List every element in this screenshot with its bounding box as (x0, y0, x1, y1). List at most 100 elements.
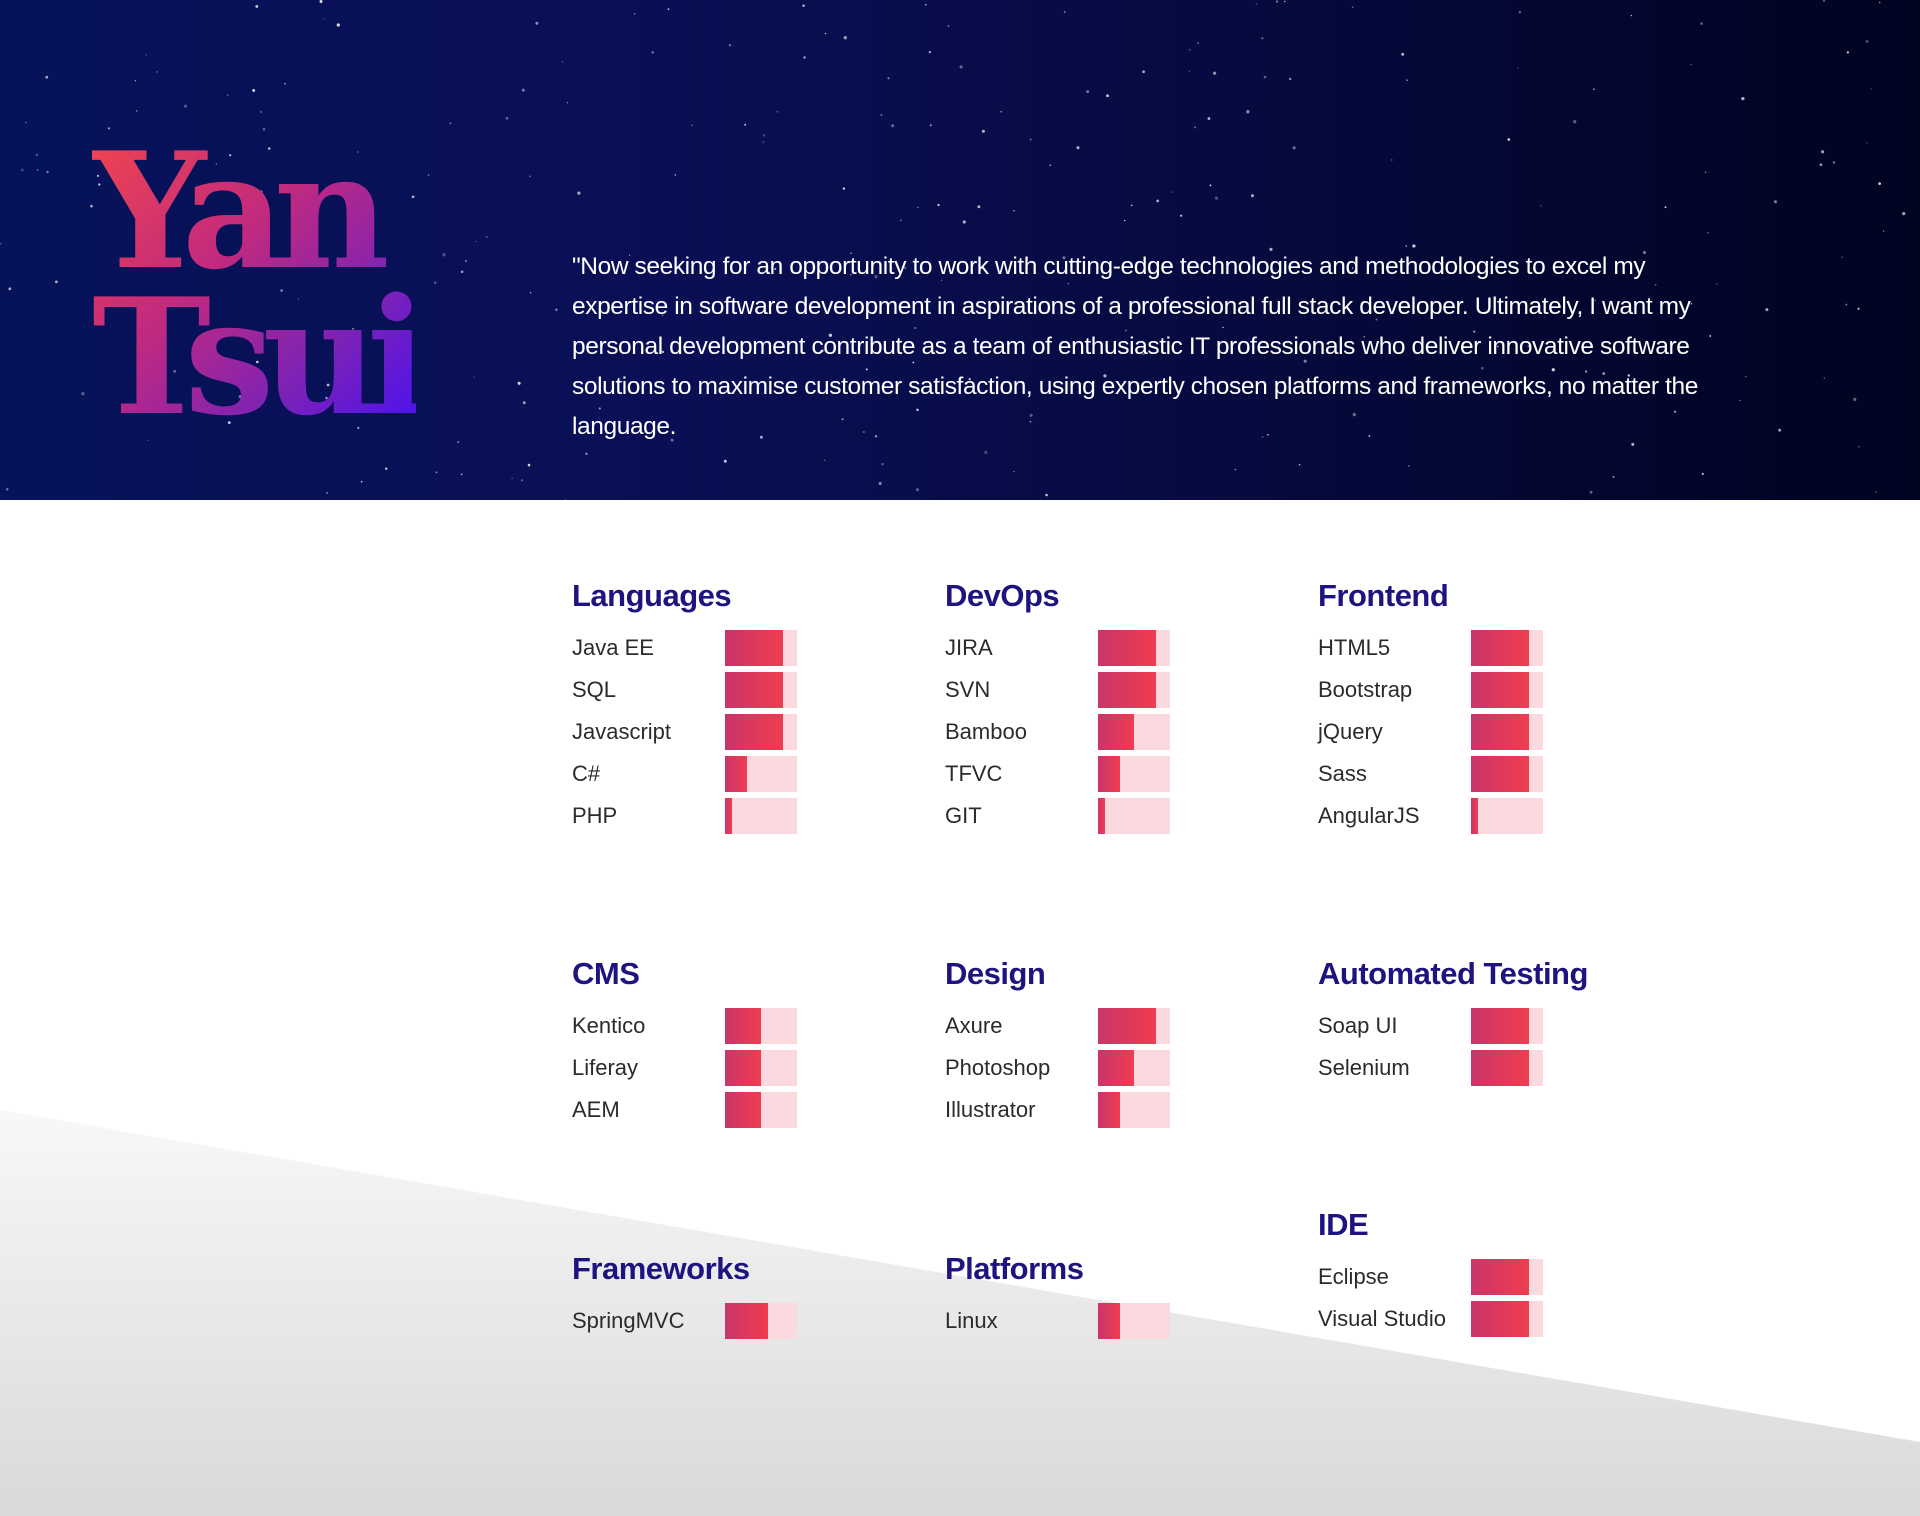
skill-row: HTML5 (1318, 630, 1618, 666)
skill-group-title: IDE (1318, 1207, 1369, 1242)
skill-level-fill (1471, 1301, 1529, 1337)
skill-label: HTML5 (1318, 635, 1391, 660)
skill-level-fill (1098, 630, 1156, 666)
skills-section: Languages Java EE SQL Javascript C# PHP DevOp… (0, 500, 1920, 1516)
skill-row: Java EE (572, 630, 872, 666)
skill-level-fill (1471, 672, 1529, 708)
skill-level-bar (1098, 1050, 1170, 1086)
skill-level-bar (1471, 1050, 1543, 1086)
skill-level-bar (1098, 672, 1170, 708)
skill-row: C# (572, 756, 872, 792)
skill-row: JIRA (945, 630, 1245, 666)
skill-label: SpringMVC (572, 1308, 685, 1333)
skill-level-bar (1471, 756, 1543, 792)
skill-row: TFVC (945, 756, 1245, 792)
skill-row: jQuery (1318, 714, 1618, 750)
skill-level-fill (725, 756, 747, 792)
skill-row: Kentico (572, 1008, 872, 1044)
skill-row: Javascript (572, 714, 872, 750)
skill-label: Illustrator (945, 1097, 1036, 1122)
skill-label: Kentico (572, 1013, 646, 1038)
skill-group-devops: DevOps JIRA SVN Bamboo TFVC GIT (945, 576, 1245, 840)
skill-level-fill (1471, 714, 1529, 750)
skill-group-title: Frameworks (572, 1251, 750, 1286)
skill-level-fill (725, 714, 783, 750)
skill-level-bar (1471, 1301, 1543, 1337)
skill-level-bar (1471, 1259, 1543, 1295)
skill-level-bar (1098, 1303, 1170, 1339)
skill-label: AngularJS (1318, 803, 1420, 828)
skill-level-fill (1098, 1303, 1120, 1339)
skill-level-bar (725, 1092, 797, 1128)
skill-label: Photoshop (945, 1055, 1051, 1080)
skill-row: Bamboo (945, 714, 1245, 750)
skill-group-title: Frontend (1318, 578, 1449, 613)
skill-group-title: Platforms (945, 1251, 1084, 1286)
skill-level-bar (725, 672, 797, 708)
skill-level-bar (1471, 630, 1543, 666)
skill-level-bar (725, 630, 797, 666)
skill-row: Photoshop (945, 1050, 1245, 1086)
skill-label: SVN (945, 677, 991, 702)
skill-row: Illustrator (945, 1092, 1245, 1128)
skill-label: Bamboo (945, 719, 1027, 744)
career-objective-quote: "Now seeking for an opportunity to work … (572, 253, 1698, 440)
skill-level-fill (725, 672, 783, 708)
skill-level-fill (1471, 1259, 1529, 1295)
skill-group-languages: Languages Java EE SQL Javascript C# PHP (572, 576, 872, 840)
skill-label: TFVC (945, 761, 1003, 786)
skill-label: JIRA (945, 635, 993, 660)
skill-level-bar (1098, 756, 1170, 792)
skill-level-fill (1098, 756, 1120, 792)
skill-group-title: DevOps (945, 578, 1060, 613)
skill-label: Axure (945, 1013, 1003, 1038)
skill-group-platforms: Platforms Linux (945, 1249, 1245, 1345)
skill-row: Bootstrap (1318, 672, 1618, 708)
skill-group-ide: IDE Eclipse Visual Studio (1318, 1205, 1618, 1343)
skill-level-bar (1471, 1008, 1543, 1044)
skill-label: GIT (945, 803, 982, 828)
skill-level-fill (1098, 1050, 1134, 1086)
skill-group-design: Design Axure Photoshop Illustrator (945, 954, 1245, 1134)
skill-label: Java EE (572, 635, 654, 660)
skill-row: Soap UI (1318, 1008, 1618, 1044)
skill-label: AEM (572, 1097, 620, 1122)
skill-level-bar (1098, 798, 1170, 834)
skill-row: Linux (945, 1303, 1245, 1339)
skill-label: Eclipse (1318, 1264, 1389, 1289)
skill-level-bar (725, 798, 797, 834)
skill-row: SpringMVC (572, 1303, 872, 1339)
skill-label: PHP (572, 803, 618, 828)
skill-level-bar (1471, 714, 1543, 750)
skill-row: SQL (572, 672, 872, 708)
skill-level-fill (1471, 756, 1529, 792)
skill-level-bar (725, 714, 797, 750)
name-logo: Yan Tsui (92, 138, 416, 430)
skill-label: Javascript (572, 719, 672, 744)
skill-label: C# (572, 761, 601, 786)
skill-row: GIT (945, 798, 1245, 834)
skill-level-bar (725, 1008, 797, 1044)
hero-banner: Yan Tsui "Now seeking for an opportunity… (0, 0, 1920, 500)
skill-label: Liferay (572, 1055, 639, 1080)
skill-level-bar (725, 1303, 797, 1339)
skill-level-fill (725, 798, 733, 834)
skill-level-bar (1098, 630, 1170, 666)
skill-level-fill (1098, 798, 1106, 834)
skill-label: Soap UI (1318, 1013, 1398, 1038)
skill-group-cms: CMS Kentico Liferay AEM (572, 954, 872, 1134)
skill-level-fill (1471, 1050, 1529, 1086)
skill-group-title: CMS (572, 956, 640, 991)
skill-row: Selenium (1318, 1050, 1618, 1086)
skill-level-fill (725, 1050, 761, 1086)
skill-level-fill (1098, 1092, 1120, 1128)
skill-group-frameworks: Frameworks SpringMVC (572, 1249, 872, 1345)
skill-row: SVN (945, 672, 1245, 708)
skill-level-fill (725, 1092, 761, 1128)
skill-group-frontend: Frontend HTML5 Bootstrap jQuery Sass AngularJ… (1318, 576, 1618, 840)
skill-row: AEM (572, 1092, 872, 1128)
skill-level-fill (725, 1008, 761, 1044)
skill-label: SQL (572, 677, 617, 702)
skill-row: Visual Studio (1318, 1301, 1618, 1337)
skill-level-bar (1098, 714, 1170, 750)
